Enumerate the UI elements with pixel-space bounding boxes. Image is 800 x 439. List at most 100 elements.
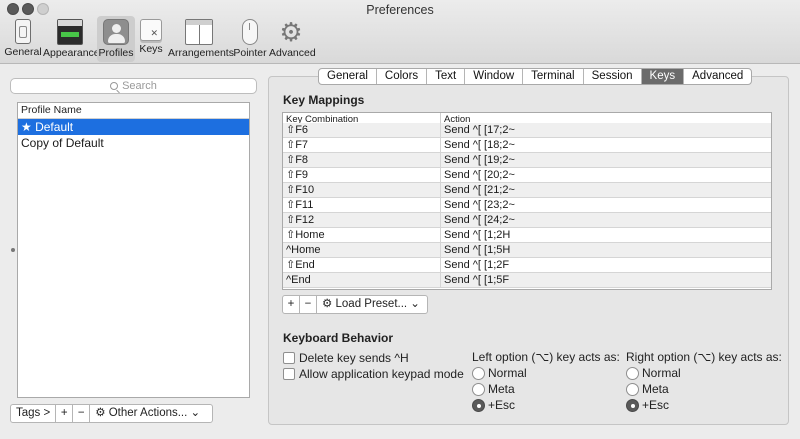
toolbar-keys[interactable]: Keys xyxy=(137,16,165,62)
tab-terminal[interactable]: Terminal xyxy=(523,69,584,84)
action-cell: Send ^[ [1;5F xyxy=(444,274,510,286)
key-combination-cell: ⇧F8 xyxy=(283,153,441,167)
table-row[interactable]: ⇧F7 Send ^[ [18;2~ xyxy=(283,138,771,153)
general-icon xyxy=(15,19,31,44)
radio-label: Normal xyxy=(642,366,681,380)
tab-colors[interactable]: Colors xyxy=(377,69,428,84)
left-option-normal-radio[interactable]: Normal xyxy=(472,366,527,380)
action-cell: Send ^[ [24;2~ xyxy=(444,214,515,226)
toolbar-label: General xyxy=(4,46,42,58)
radio-circle[interactable] xyxy=(626,366,639,380)
other-actions-dropdown[interactable]: ⚙ Other Actions... ⌄ xyxy=(89,404,214,423)
action-cell: Send ^[ [17;2~ xyxy=(444,124,515,136)
checkbox-box[interactable] xyxy=(283,368,295,380)
delete-sends-h-checkbox[interactable]: Delete key sends ^H xyxy=(283,351,409,365)
application-keypad-checkbox[interactable]: Allow application keypad mode xyxy=(283,367,464,381)
right-option-meta-radio[interactable]: Meta xyxy=(626,382,669,396)
toolbar-profiles[interactable]: Profiles xyxy=(97,16,135,62)
left-option-meta-radio[interactable]: Meta xyxy=(472,382,515,396)
radio-circle[interactable] xyxy=(472,382,485,396)
left-option-label: Left option (⌥) key acts as: xyxy=(472,350,620,364)
key-mappings-table: Key Combination Action ⇧F6 Send ^[ [17;2~… xyxy=(282,112,772,290)
key-combination-cell: ⇧End xyxy=(283,258,441,272)
radio-label: Normal xyxy=(488,366,527,380)
arrangements-icon xyxy=(185,19,213,45)
action-cell: Send ^[ [19;2~ xyxy=(444,154,515,166)
radio-circle[interactable] xyxy=(472,398,485,412)
key-mappings-actions-bar: + − ⚙ Load Preset... ⌄ xyxy=(282,295,428,314)
profile-search-input[interactable]: Search xyxy=(10,78,257,94)
radio-label: +Esc xyxy=(642,398,670,412)
profile-list: Profile Name ★ Default Copy of Default xyxy=(17,102,250,398)
tags-button[interactable]: Tags > xyxy=(10,404,57,423)
toolbar-label: Advanced xyxy=(269,47,316,59)
toolbar-appearance[interactable]: Appearance xyxy=(43,16,100,62)
radio-label: Meta xyxy=(642,382,669,396)
action-cell: Send ^[ [20;2~ xyxy=(444,169,515,181)
action-cell: Send ^[ [1;5H xyxy=(444,244,511,256)
radio-circle[interactable] xyxy=(626,382,639,396)
pointer-icon xyxy=(242,19,258,45)
search-placeholder: Search xyxy=(122,80,157,92)
splitter-handle[interactable] xyxy=(11,248,15,252)
toolbar-pointer[interactable]: Pointer xyxy=(232,16,268,62)
toolbar-label: Profiles xyxy=(98,47,134,59)
right-option-label: Right option (⌥) key acts as: xyxy=(626,350,782,364)
key-mappings-rows: ⇧F6 Send ^[ [17;2~ ⇧F7 Send ^[ [18;2~ ⇧F8 S… xyxy=(283,123,771,288)
radio-circle[interactable] xyxy=(626,398,639,412)
title-bar: Preferences General Appearance Profiles … xyxy=(0,0,800,64)
action-cell: Send ^[ [18;2~ xyxy=(444,139,515,151)
table-row[interactable]: ⇧F12 Send ^[ [24;2~ xyxy=(283,213,771,228)
table-row[interactable]: ⇧End Send ^[ [1;2F xyxy=(283,258,771,273)
right-option-normal-radio[interactable]: Normal xyxy=(626,366,681,380)
tab-session[interactable]: Session xyxy=(584,69,642,84)
search-icon xyxy=(110,82,119,90)
add-profile-button[interactable]: + xyxy=(55,404,74,423)
profile-tabs: General Colors Text Window Terminal Sess… xyxy=(318,68,753,85)
right-option-esc-radio[interactable]: +Esc xyxy=(626,398,669,412)
key-combination-cell: ^Home xyxy=(283,243,441,257)
action-cell: Send ^[ [1;2F xyxy=(444,259,510,271)
profiles-icon xyxy=(103,19,129,45)
tab-text[interactable]: Text xyxy=(427,69,466,84)
toolbar-arrangements[interactable]: Arrangements xyxy=(168,16,234,62)
toolbar-advanced[interactable]: ⚙ Advanced xyxy=(269,16,316,62)
profile-item-default[interactable]: ★ Default xyxy=(18,119,249,135)
keyboard-behavior-heading: Keyboard Behavior xyxy=(283,331,394,345)
checkbox-box[interactable] xyxy=(283,352,295,364)
radio-label: Meta xyxy=(488,382,515,396)
profile-actions-bar: Tags > + − ⚙ Other Actions... ⌄ xyxy=(10,404,214,423)
table-row[interactable]: ^Home Send ^[ [1;5H xyxy=(283,243,771,258)
tab-general[interactable]: General xyxy=(319,69,377,84)
tab-keys[interactable]: Keys xyxy=(641,69,685,84)
action-cell: Send ^[ [23;2~ xyxy=(444,199,515,211)
tab-advanced[interactable]: Advanced xyxy=(684,69,751,84)
appearance-icon xyxy=(57,19,83,45)
table-row[interactable]: ⇧F8 Send ^[ [19;2~ xyxy=(283,153,771,168)
tab-window[interactable]: Window xyxy=(465,69,524,84)
toolbar-label: Keys xyxy=(139,43,163,55)
table-row[interactable]: ^End Send ^[ [1;5F xyxy=(283,273,771,288)
checkbox-label: Allow application keypad mode xyxy=(299,367,464,381)
table-row[interactable]: ⇧F9 Send ^[ [20;2~ xyxy=(283,168,771,183)
remove-mapping-button[interactable]: − xyxy=(299,295,317,314)
profile-item-copy-of-default[interactable]: Copy of Default xyxy=(18,135,249,151)
profile-name-column-header[interactable]: Profile Name xyxy=(18,103,249,119)
table-row[interactable]: ⇧Home Send ^[ [1;2H xyxy=(283,228,771,243)
left-option-esc-radio[interactable]: +Esc xyxy=(472,398,515,412)
table-row[interactable]: ⇧F10 Send ^[ [21;2~ xyxy=(283,183,771,198)
toolbar-general[interactable]: General xyxy=(4,16,42,62)
radio-circle[interactable] xyxy=(472,366,485,380)
key-combination-cell: ⇧F6 xyxy=(283,123,441,137)
window-title: Preferences xyxy=(366,3,434,17)
load-preset-dropdown[interactable]: ⚙ Load Preset... ⌄ xyxy=(316,295,428,314)
table-row[interactable]: ⇧F6 Send ^[ [17;2~ xyxy=(283,123,771,138)
key-combination-cell: ⇧Home xyxy=(283,228,441,242)
key-combination-cell: ⇧F9 xyxy=(283,168,441,182)
remove-profile-button[interactable]: − xyxy=(72,404,91,423)
add-mapping-button[interactable]: + xyxy=(282,295,300,314)
table-row[interactable]: ⇧F11 Send ^[ [23;2~ xyxy=(283,198,771,213)
keys-icon xyxy=(140,19,162,41)
key-combination-cell: ⇧F10 xyxy=(283,183,441,197)
key-combination-cell: ⇧F11 xyxy=(283,198,441,212)
